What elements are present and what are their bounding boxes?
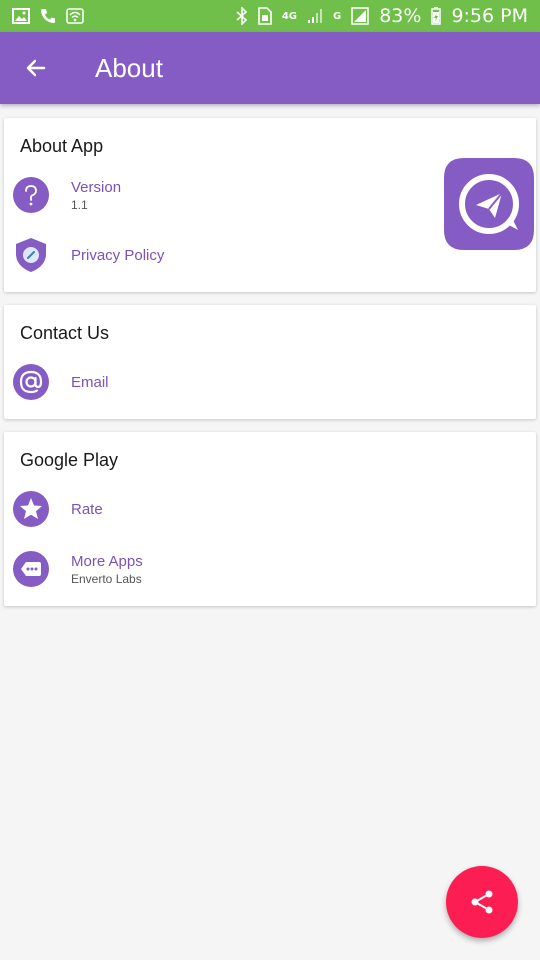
phone-icon bbox=[40, 6, 56, 26]
battery-icon bbox=[431, 6, 442, 26]
contact-us-title: Contact Us bbox=[20, 323, 110, 343]
arrow-back-icon bbox=[26, 59, 46, 77]
help-circle-icon bbox=[13, 177, 49, 213]
signal-icon bbox=[307, 6, 323, 26]
network-g-label: G bbox=[332, 10, 342, 22]
share-button[interactable] bbox=[446, 866, 518, 938]
google-play-card: Google Play Rate More Apps Enverto Labs bbox=[4, 432, 536, 606]
app-logo-paper-plane-icon bbox=[444, 158, 534, 250]
more-apps-developer: Enverto Labs bbox=[71, 572, 142, 586]
status-time: 9:56 PM bbox=[451, 5, 528, 27]
page-title: About bbox=[95, 52, 163, 83]
shield-icon bbox=[13, 237, 49, 273]
image-icon bbox=[12, 6, 30, 26]
privacy-policy-label: Privacy Policy bbox=[71, 247, 165, 264]
about-app-title: About App bbox=[20, 136, 104, 156]
signal-box-icon bbox=[351, 6, 369, 26]
star-icon bbox=[13, 491, 49, 527]
google-play-title: Google Play bbox=[20, 450, 119, 470]
network-4g-label: 4G bbox=[281, 10, 297, 22]
more-apps-row[interactable]: More Apps Enverto Labs bbox=[4, 539, 536, 599]
about-app-card: About App Version 1.1 Privacy Policy bbox=[4, 118, 536, 292]
battery-percent: 83% bbox=[379, 5, 422, 27]
status-bar: 4G G 83% 9:56 PM bbox=[0, 0, 540, 32]
contact-us-card: Contact Us Email bbox=[4, 305, 536, 419]
back-button[interactable] bbox=[0, 32, 72, 104]
more-apps-icon bbox=[13, 551, 49, 587]
status-bar-right: 4G G 83% 9:56 PM bbox=[236, 5, 528, 27]
rate-label: Rate bbox=[71, 501, 103, 518]
wifi-icon bbox=[66, 6, 84, 26]
more-apps-label: More Apps bbox=[71, 553, 143, 570]
at-sign-icon bbox=[13, 364, 49, 400]
status-bar-left bbox=[12, 6, 84, 26]
version-value: 1.1 bbox=[71, 198, 88, 212]
app-bar: About bbox=[0, 32, 540, 104]
email-label: Email bbox=[71, 374, 109, 391]
share-icon bbox=[471, 890, 493, 914]
sim-icon bbox=[258, 6, 272, 26]
version-label: Version bbox=[71, 179, 122, 196]
rate-row[interactable]: Rate bbox=[4, 479, 536, 539]
bluetooth-icon bbox=[236, 6, 248, 26]
email-row[interactable]: Email bbox=[4, 352, 536, 412]
